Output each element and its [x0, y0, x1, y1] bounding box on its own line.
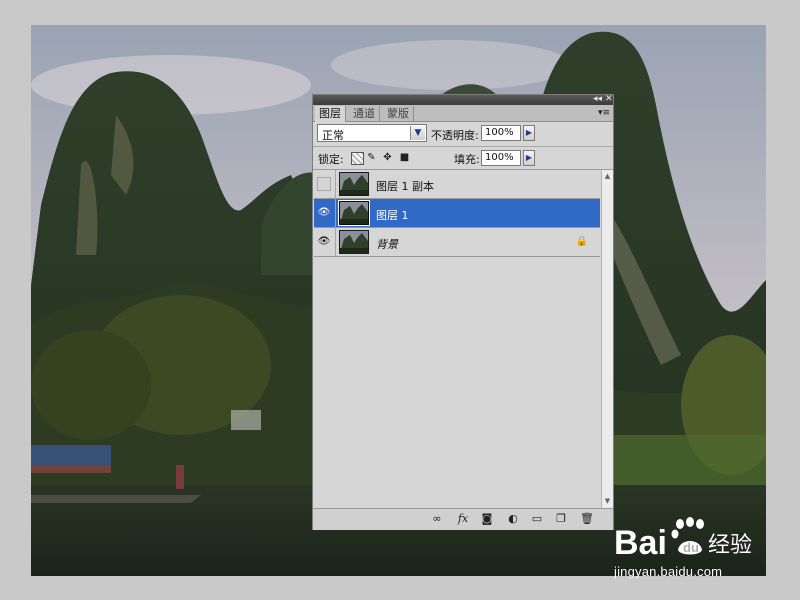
layers-list: 图层 1 副本 👁 图层 1 👁 背景 🔒 [314, 170, 600, 508]
baidu-logo-icon: Bai du 经验 [614, 517, 752, 560]
scroll-up-icon[interactable]: ▲ [602, 171, 613, 182]
layers-scrollbar[interactable]: ▲ ▼ [601, 170, 613, 508]
collapse-icon[interactable]: ◂◂ [593, 93, 602, 105]
mask-icon[interactable]: ◙ [479, 512, 495, 526]
watermark-brand-suffix: 经验 [708, 533, 752, 558]
lock-fill-row: 锁定: ✎ ✥ ■ 填充: 100% ▶ [313, 147, 613, 170]
watermark-url: jingyan.baidu.com [614, 564, 723, 579]
fill-slider-arrow[interactable]: ▶ [523, 150, 535, 166]
divider [335, 199, 336, 227]
blend-mode-select[interactable]: 正常 ▼ [317, 124, 427, 142]
layers-panel: ◂◂ ✕ 图层 通道 蒙版 ▾≡ 正常 ▼ 不透明度: 100% ▶ 锁定: ✎… [312, 94, 614, 530]
folder-icon[interactable]: ▭ [529, 512, 545, 526]
panel-tabs: 图层 通道 蒙版 ▾≡ [313, 105, 613, 122]
layer-thumbnail [339, 230, 369, 254]
fill-label: 填充: [454, 153, 480, 166]
layer-name: 背景 [376, 238, 398, 251]
baidu-watermark: Bai du 经验 jingyan.baidu.com [612, 514, 762, 584]
tab-channels[interactable]: 通道 [349, 106, 380, 121]
opacity-input[interactable]: 100% [481, 125, 521, 141]
layer-thumbnail [338, 200, 370, 226]
panel-menu-icon[interactable]: ▾≡ [598, 106, 610, 120]
lock-icon: 🔒 [575, 236, 588, 247]
close-icon[interactable]: ✕ [605, 93, 613, 105]
divider [335, 228, 336, 256]
layer-row-selected[interactable]: 👁 图层 1 [314, 199, 600, 228]
divider [335, 170, 336, 198]
layer-name: 图层 1 [376, 209, 409, 222]
layer-thumbnail [339, 172, 369, 196]
watermark-brand: Bai [614, 524, 667, 560]
layer-row[interactable]: 图层 1 副本 [314, 170, 600, 199]
layer-name: 图层 1 副本 [376, 180, 434, 193]
blend-opacity-row: 正常 ▼ 不透明度: 100% ▶ [313, 122, 613, 147]
panel-bottom-toolbar: ∞ fx ◙ ◐ ▭ ❐ 🗑 [313, 508, 613, 530]
fx-icon[interactable]: fx [455, 512, 471, 526]
tab-masks[interactable]: 蒙版 [383, 106, 414, 121]
fill-input[interactable]: 100% [481, 150, 521, 166]
lock-move-icon[interactable]: ✥ [382, 152, 393, 163]
layer-row-background[interactable]: 👁 背景 🔒 [314, 228, 600, 257]
blend-mode-value: 正常 [322, 129, 344, 142]
trash-icon[interactable]: 🗑 [579, 512, 595, 526]
scroll-down-icon[interactable]: ▼ [602, 496, 613, 507]
lock-all-icon[interactable]: ■ [399, 152, 410, 163]
opacity-label: 不透明度: [431, 129, 479, 142]
eye-icon[interactable]: 👁 [317, 206, 331, 220]
visibility-toggle[interactable] [317, 177, 331, 191]
opacity-slider-arrow[interactable]: ▶ [523, 125, 535, 141]
lock-transparent-icon[interactable] [351, 152, 364, 165]
eye-icon[interactable]: 👁 [317, 235, 331, 249]
lock-label: 锁定: [318, 153, 344, 166]
panel-titlebar[interactable]: ◂◂ ✕ [313, 93, 613, 105]
link-icon[interactable]: ∞ [429, 512, 445, 526]
svg-text:du: du [683, 540, 699, 555]
chevron-down-icon[interactable]: ▼ [410, 126, 425, 140]
new-layer-icon[interactable]: ❐ [553, 512, 569, 526]
adjustment-icon[interactable]: ◐ [505, 512, 521, 526]
tab-layers[interactable]: 图层 [315, 106, 346, 122]
lock-brush-icon[interactable]: ✎ [366, 152, 377, 163]
